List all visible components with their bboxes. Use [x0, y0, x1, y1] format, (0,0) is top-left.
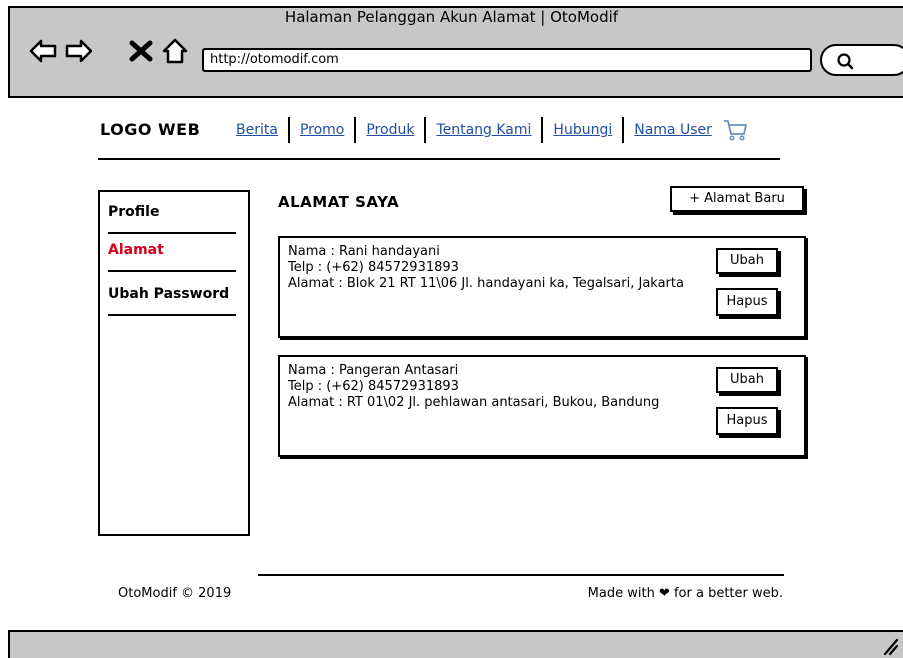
header-divider	[98, 158, 780, 160]
sidebar-item-profile[interactable]: Profile	[108, 204, 159, 220]
address-bar[interactable]: http://otomodif.com	[202, 48, 812, 72]
add-address-button[interactable]: + Alamat Baru	[670, 186, 804, 212]
window-title: Halaman Pelanggan Akun Alamat | OtoModif	[284, 8, 619, 26]
browser-search[interactable]	[820, 44, 903, 76]
nav-divider	[622, 117, 625, 143]
sidebar-divider	[108, 314, 236, 316]
delete-address-button[interactable]: Hapus	[716, 288, 778, 316]
address-name: Nama : Rani handayani	[288, 244, 440, 259]
footer-copyright: OtoModif © 2019	[118, 586, 232, 601]
address-card: Nama : Pangeran Antasari Telp : (+62) 84…	[278, 355, 806, 457]
sidebar-item-ubah-password[interactable]: Ubah Password	[108, 286, 229, 302]
sidebar-divider	[108, 232, 236, 234]
nav-divider	[354, 117, 357, 143]
logo-text: LOGO WEB	[100, 120, 201, 139]
forward-arrow-icon[interactable]	[64, 36, 94, 66]
search-icon	[837, 53, 854, 70]
back-arrow-icon[interactable]	[28, 36, 58, 66]
address-info: Nama : Pangeran Antasari Telp : (+62) 84…	[288, 363, 698, 411]
footer-divider	[258, 574, 784, 576]
page-title: ALAMAT SAYA	[278, 193, 400, 211]
nav-link-nama-user[interactable]: Nama User	[634, 122, 712, 138]
edit-address-button[interactable]: Ubah	[716, 248, 778, 274]
address-detail: Alamat : RT 01\02 Jl. pehlawan antasari,…	[288, 395, 660, 410]
edit-address-button[interactable]: Ubah	[716, 367, 778, 393]
close-x-icon[interactable]	[126, 36, 156, 66]
address-detail: Alamat : Blok 21 RT 11\06 Jl. handayani …	[288, 276, 684, 291]
nav-link-produk[interactable]: Produk	[366, 122, 414, 138]
sidebar-divider	[108, 270, 236, 272]
nav-link-berita[interactable]: Berita	[236, 122, 278, 138]
nav-divider	[541, 117, 544, 143]
nav-link-promo[interactable]: Promo	[300, 122, 344, 138]
address-card: Nama : Rani handayani Telp : (+62) 84572…	[278, 236, 806, 338]
browser-status-bar	[8, 630, 903, 658]
delete-address-button[interactable]: Hapus	[716, 407, 778, 435]
shopping-cart-icon[interactable]	[722, 117, 748, 143]
address-phone: Telp : (+62) 84572931893	[288, 379, 459, 394]
nav-divider	[424, 117, 427, 143]
footer-tagline: Made with ❤ for a better web.	[587, 586, 783, 601]
home-icon[interactable]	[160, 36, 190, 66]
sidebar-item-alamat[interactable]: Alamat	[108, 242, 164, 258]
nav-link-tentang-kami[interactable]: Tentang Kami	[436, 122, 531, 138]
top-nav: Berita Promo Produk Tentang Kami Hubungi…	[236, 116, 748, 144]
nav-link-hubungi[interactable]: Hubungi	[553, 122, 612, 138]
address-phone: Telp : (+62) 84572931893	[288, 260, 459, 275]
nav-divider	[287, 117, 290, 143]
address-info: Nama : Rani handayani Telp : (+62) 84572…	[288, 244, 698, 292]
resize-handle-icon[interactable]	[879, 636, 899, 656]
account-sidebar: Profile Alamat Ubah Password	[98, 190, 250, 536]
address-name: Nama : Pangeran Antasari	[288, 363, 459, 378]
